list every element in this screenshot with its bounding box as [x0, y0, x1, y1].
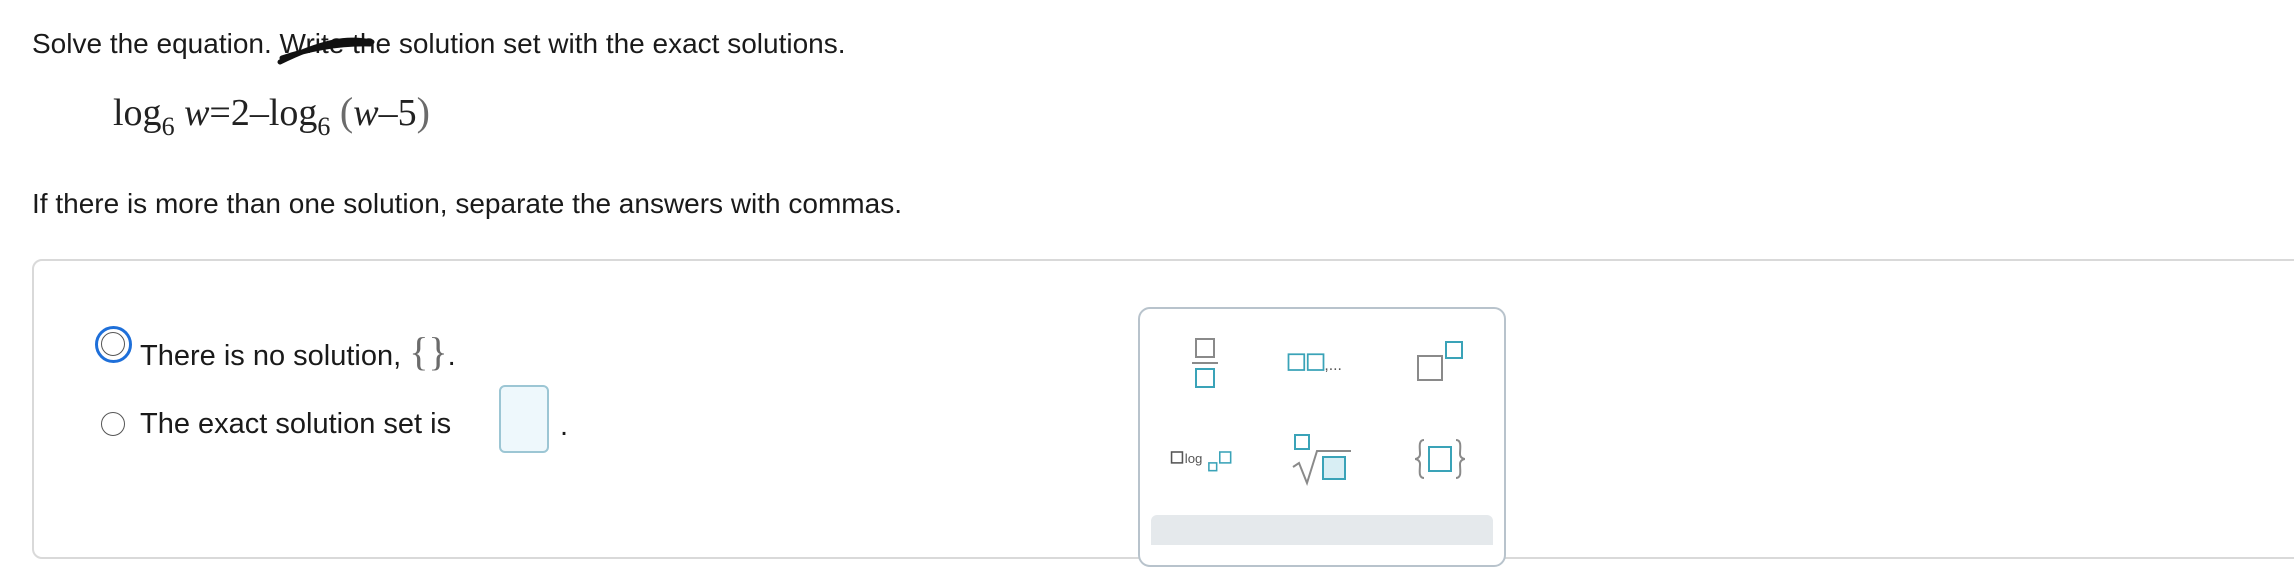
solution-set-radio[interactable]: [101, 412, 125, 436]
exponent-button[interactable]: [1405, 328, 1475, 398]
equals-sign: =: [209, 92, 231, 134]
log-function: log: [113, 92, 162, 134]
log-function: log: [268, 92, 318, 134]
set-braces-icon: [1414, 439, 1466, 479]
palette-tray: [1151, 515, 1493, 545]
empty-set-symbol: {}: [409, 329, 448, 374]
fraction-button[interactable]: [1170, 328, 1240, 398]
nth-root-icon: [1292, 434, 1351, 486]
fraction-icon: [1192, 338, 1218, 388]
variable-w: w: [353, 92, 379, 134]
period: .: [560, 410, 569, 442]
log-base-button[interactable]: log: [1170, 424, 1240, 494]
close-paren: ): [416, 89, 430, 134]
log-text: log: [1185, 451, 1203, 466]
minus-sign: –: [249, 92, 269, 134]
nth-root-button[interactable]: [1285, 424, 1355, 494]
variable-w: w: [184, 92, 210, 134]
log-base-icon: log: [1170, 451, 1232, 472]
instruction-prefix: Solve the equation.: [32, 28, 280, 59]
instruction-line-2: If there is more than one solution, sepa…: [32, 188, 902, 219]
struck-word: Write: [277, 30, 375, 65]
solution-set-label[interactable]: The exact solution set is: [140, 408, 451, 441]
constant-5: 5: [397, 92, 417, 134]
log-base: 6: [317, 112, 331, 141]
exponent-icon: [1417, 341, 1463, 381]
instruction-line-1: Solve the equation. Write the solution s…: [32, 28, 846, 65]
open-paren: (: [339, 89, 354, 134]
no-solution-radio[interactable]: [101, 332, 125, 356]
no-solution-label[interactable]: There is no solution, {}.: [140, 328, 456, 375]
constant: 2: [230, 92, 250, 134]
log-base: 6: [161, 112, 175, 141]
list-icon: ,...: [1287, 353, 1342, 374]
minus-sign: –: [378, 92, 398, 134]
solution-input[interactable]: [499, 385, 549, 453]
list-button[interactable]: ,...: [1285, 328, 1355, 398]
list-suffix: ,...: [1324, 357, 1342, 374]
period: .: [447, 340, 456, 372]
equation: log6 w=2–log6 (w–5): [113, 88, 430, 141]
instruction-suffix: the solution set with the exact solution…: [344, 28, 846, 59]
set-braces-button[interactable]: [1405, 424, 1475, 494]
